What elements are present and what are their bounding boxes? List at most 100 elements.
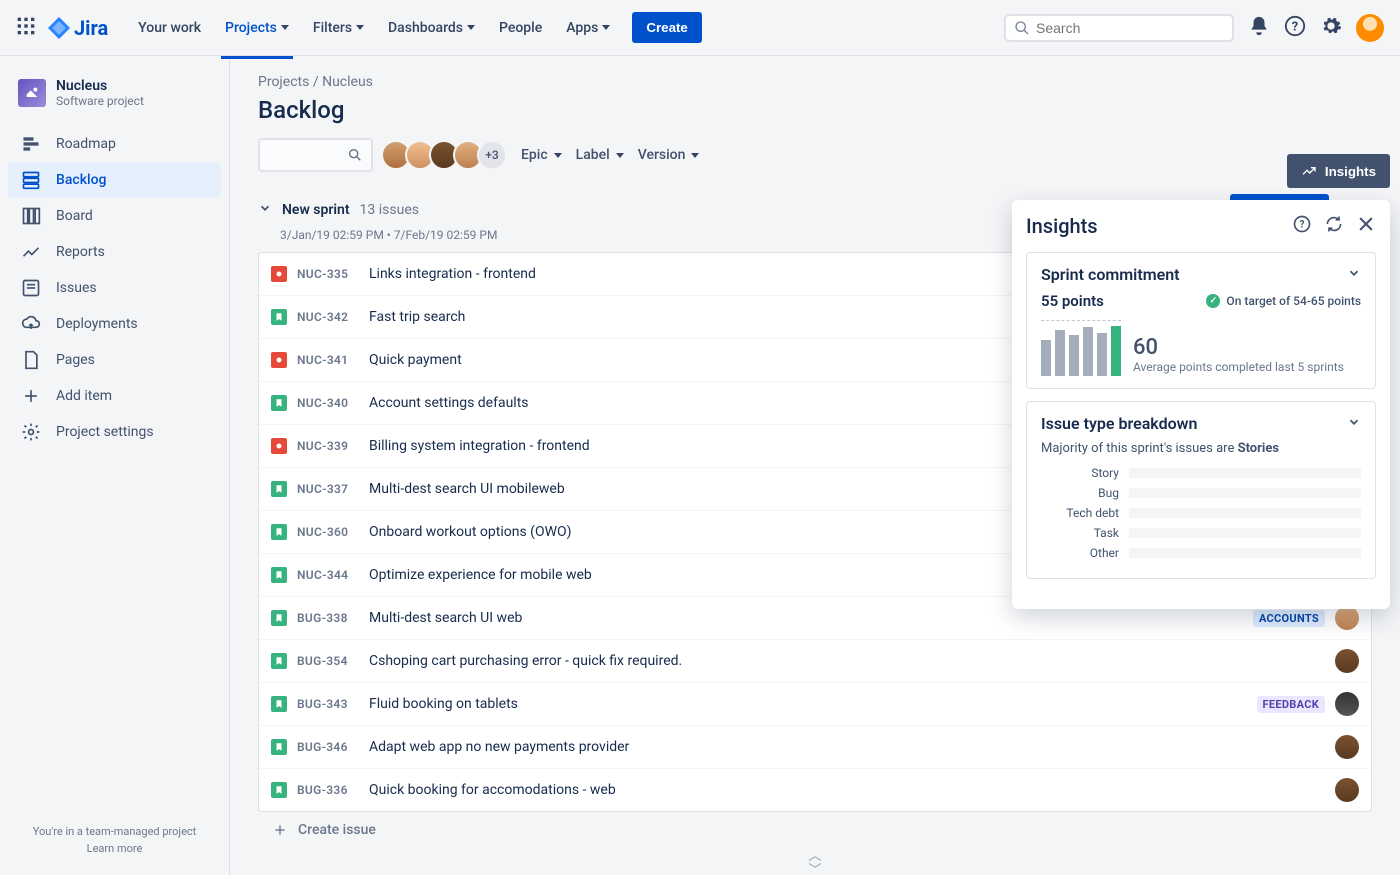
- story-icon: [271, 481, 287, 497]
- project-header[interactable]: Nucleus Software project: [8, 72, 221, 126]
- global-search-input[interactable]: [1036, 20, 1224, 36]
- breakdown-label: Other: [1041, 546, 1119, 560]
- breakdown-track: [1129, 508, 1361, 518]
- breadcrumb-root[interactable]: Projects: [258, 74, 309, 90]
- issue-summary: Cshoping cart purchasing error - quick f…: [369, 653, 1325, 669]
- nav-apps[interactable]: Apps: [556, 14, 620, 42]
- bug-icon: [271, 352, 287, 368]
- chevron-down-icon: [356, 25, 364, 30]
- breakdown-track: [1129, 528, 1361, 538]
- primary-nav: Your work Projects Filters Dashboards Pe…: [128, 14, 620, 42]
- sidebar-item-add[interactable]: Add item: [8, 378, 221, 414]
- pages-icon: [20, 350, 42, 370]
- backlog-icon: [20, 170, 42, 190]
- sidebar-footer: You're in a team-managed project Learn m…: [8, 817, 221, 863]
- issues-icon: [20, 278, 42, 298]
- sidebar-item-settings[interactable]: Project settings: [8, 414, 221, 450]
- assignee-avatar[interactable]: [1335, 778, 1359, 802]
- notifications-icon[interactable]: [1248, 15, 1270, 41]
- assignee-avatar[interactable]: [1335, 735, 1359, 759]
- story-icon: [271, 739, 287, 755]
- filter-epic[interactable]: Epic: [521, 147, 562, 163]
- sidebar-item-reports[interactable]: Reports: [8, 234, 221, 270]
- collapse-icon[interactable]: [258, 201, 272, 219]
- learn-more-link[interactable]: Learn more: [16, 842, 213, 855]
- help-icon[interactable]: ?: [1292, 214, 1312, 238]
- issue-row[interactable]: BUG-343 Fluid booking on tablets FEEDBAC…: [259, 683, 1371, 726]
- svg-text:?: ?: [1300, 219, 1305, 230]
- nav-dashboards[interactable]: Dashboards: [378, 14, 485, 42]
- breakdown-label: Story: [1041, 466, 1119, 480]
- issue-key[interactable]: NUC-344: [297, 568, 359, 582]
- chart-icon: [1301, 163, 1317, 179]
- bug-icon: [271, 438, 287, 454]
- nav-people[interactable]: People: [489, 14, 552, 42]
- global-search[interactable]: [1004, 14, 1234, 42]
- chart-bar: [1041, 340, 1051, 376]
- issue-breakdown-card: Issue type breakdown Majority of this sp…: [1026, 401, 1376, 579]
- chart-bar: [1097, 333, 1107, 376]
- issue-key[interactable]: BUG-354: [297, 654, 359, 668]
- sidebar-item-roadmap[interactable]: Roadmap: [8, 126, 221, 162]
- settings-icon[interactable]: [1320, 15, 1342, 41]
- issue-key[interactable]: BUG-338: [297, 611, 359, 625]
- assignee-avatar[interactable]: [1335, 692, 1359, 716]
- breakdown-label: Bug: [1041, 486, 1119, 500]
- issue-key[interactable]: NUC-341: [297, 353, 359, 367]
- issue-key[interactable]: NUC-342: [297, 310, 359, 324]
- help-icon[interactable]: ?: [1284, 15, 1306, 41]
- nav-filters[interactable]: Filters: [303, 14, 374, 42]
- issue-key[interactable]: NUC-340: [297, 396, 359, 410]
- chevron-down-icon: [616, 153, 624, 158]
- issue-row[interactable]: BUG-354 Cshoping cart purchasing error -…: [259, 640, 1371, 683]
- nav-your-work[interactable]: Your work: [128, 14, 211, 42]
- sidebar-item-board[interactable]: Board: [8, 198, 221, 234]
- create-issue-button[interactable]: Create issue: [258, 812, 1372, 848]
- issue-key[interactable]: BUG-343: [297, 697, 359, 711]
- reports-icon: [20, 242, 42, 262]
- breakdown-track: [1129, 468, 1361, 478]
- breadcrumb-item[interactable]: Nucleus: [322, 74, 373, 90]
- sidebar-item-issues[interactable]: Issues: [8, 270, 221, 306]
- sidebar-item-backlog[interactable]: Backlog: [8, 162, 221, 198]
- issue-key[interactable]: NUC-360: [297, 525, 359, 539]
- section-drag-handle[interactable]: [258, 856, 1372, 872]
- issue-key[interactable]: NUC-335: [297, 267, 359, 281]
- profile-avatar[interactable]: [1356, 14, 1384, 42]
- filter-label[interactable]: Label: [576, 147, 624, 163]
- close-icon[interactable]: [1356, 214, 1376, 238]
- roadmap-icon: [20, 134, 42, 154]
- create-button[interactable]: Create: [632, 12, 702, 43]
- breakdown-row: Bug: [1041, 486, 1361, 500]
- sidebar-item-pages[interactable]: Pages: [8, 342, 221, 378]
- chart-bar: [1083, 327, 1093, 376]
- chevron-down-icon[interactable]: [1347, 265, 1361, 284]
- insights-toggle-button[interactable]: Insights: [1287, 154, 1390, 188]
- refresh-icon[interactable]: [1324, 214, 1344, 238]
- avatar-more[interactable]: +3: [477, 140, 507, 170]
- issue-key[interactable]: BUG-336: [297, 783, 359, 797]
- average-value: 60: [1133, 335, 1344, 360]
- breakdown-track: [1129, 548, 1361, 558]
- issue-row[interactable]: BUG-346 Adapt web app no new payments pr…: [259, 726, 1371, 769]
- app-switcher-icon[interactable]: [16, 16, 36, 40]
- breakdown-row: Story: [1041, 466, 1361, 480]
- issue-key[interactable]: BUG-346: [297, 740, 359, 754]
- commitment-chart: 60 Average points completed last 5 sprin…: [1041, 320, 1361, 376]
- chevron-down-icon: [467, 25, 475, 30]
- nav-projects[interactable]: Projects: [215, 14, 299, 42]
- issue-row[interactable]: BUG-336 Quick booking for accomodations …: [259, 769, 1371, 811]
- chevron-down-icon[interactable]: [1347, 414, 1361, 433]
- issue-key[interactable]: NUC-337: [297, 482, 359, 496]
- assignee-avatar[interactable]: [1335, 606, 1359, 630]
- sidebar-item-deployments[interactable]: Deployments: [8, 306, 221, 342]
- story-icon: [271, 610, 287, 626]
- board-search[interactable]: [258, 138, 373, 172]
- jira-logo[interactable]: Jira: [48, 16, 108, 40]
- search-icon: [347, 147, 363, 163]
- assignee-avatar[interactable]: [1335, 649, 1359, 673]
- issue-key[interactable]: NUC-339: [297, 439, 359, 453]
- breakdown-label: Tech debt: [1041, 506, 1119, 520]
- issue-summary: Quick booking for accomodations - web: [369, 782, 1325, 798]
- filter-version[interactable]: Version: [638, 147, 700, 163]
